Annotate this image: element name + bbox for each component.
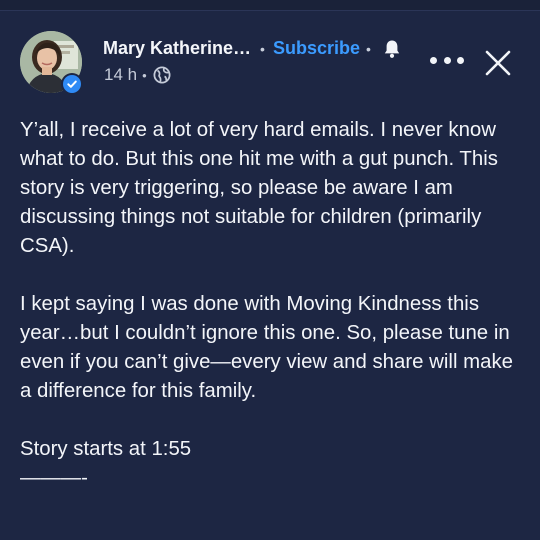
verified-badge: [61, 73, 83, 95]
post-time[interactable]: 14 h: [104, 65, 137, 85]
close-icon[interactable]: [482, 47, 514, 79]
post-header: Mary Katherine… • Subscribe • 14 h •: [0, 28, 540, 98]
post-text: Y’all, I receive a lot of very hard emai…: [20, 116, 525, 493]
post-screen: Mary Katherine… • Subscribe • 14 h • Y’a…: [0, 0, 540, 540]
post-paragraph: Y’all, I receive a lot of very hard emai…: [20, 119, 498, 257]
subscribe-button[interactable]: Subscribe: [273, 38, 360, 59]
separator-dot: •: [142, 67, 147, 83]
bell-icon[interactable]: [383, 39, 401, 59]
author-name[interactable]: Mary Katherine…: [103, 38, 251, 59]
globe-icon: [153, 66, 171, 84]
author-row: Mary Katherine… • Subscribe •: [103, 38, 401, 59]
story-start-text: Story starts at 1:55: [20, 438, 192, 460]
story-start-line: Story starts at 1:55 ———-: [20, 435, 525, 493]
top-divider: [0, 0, 540, 11]
more-options-icon[interactable]: [430, 50, 464, 70]
post-meta: 14 h •: [104, 65, 171, 85]
post-paragraph: I kept saying I was done with Moving Kin…: [20, 293, 513, 402]
checkmark-icon: [67, 80, 77, 88]
separator-dot: •: [365, 40, 371, 57]
separator-dot: •: [260, 40, 265, 57]
text-divider: ———-: [20, 467, 88, 489]
